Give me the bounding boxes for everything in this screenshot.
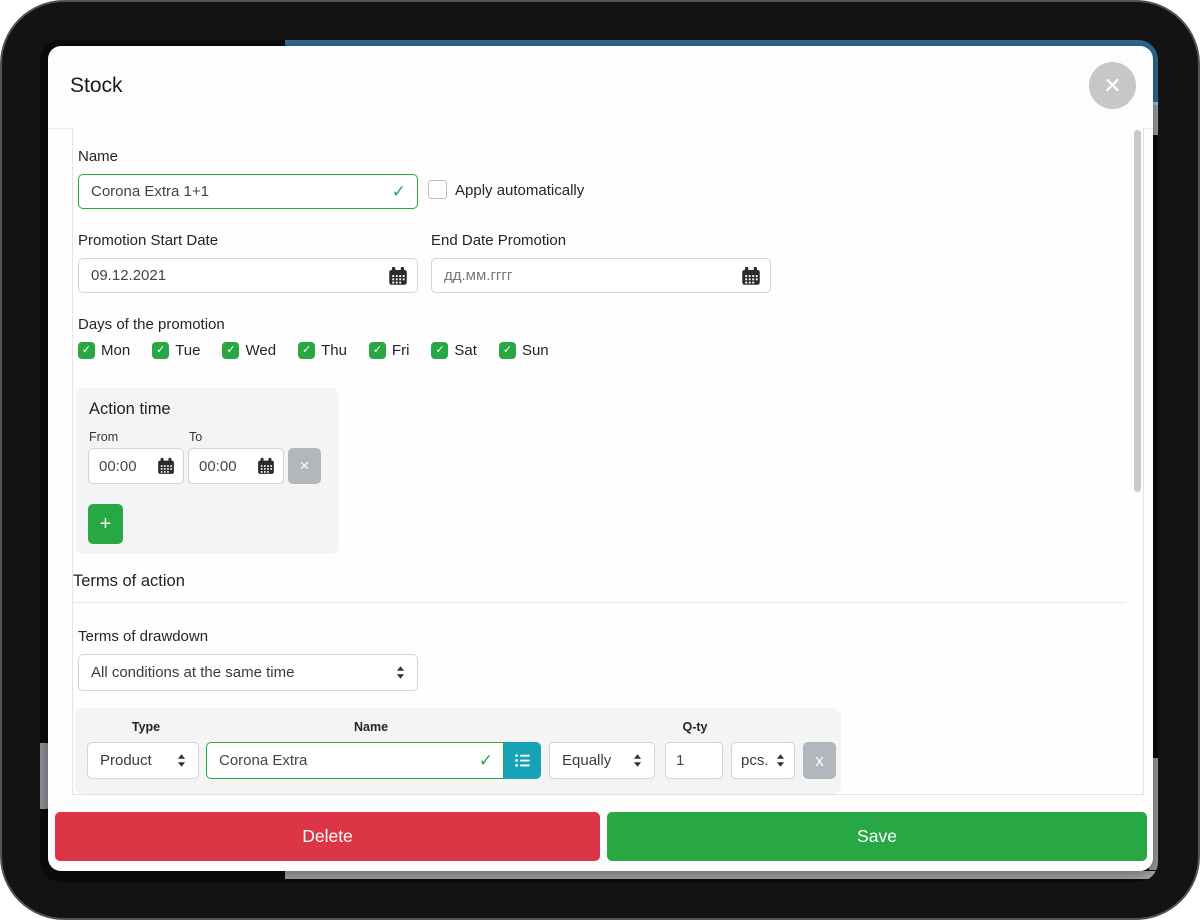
condition-row-card: Type Name Q-ty Product ✓ bbox=[75, 708, 841, 794]
select-arrows-icon bbox=[396, 666, 405, 679]
valid-check-icon: ✓ bbox=[392, 183, 406, 200]
from-label: From bbox=[89, 430, 118, 444]
end-date-wrap bbox=[431, 258, 771, 293]
select-arrows-icon bbox=[177, 754, 186, 767]
stock-modal: Stock ✕ Name ✓ Apply automatically Promo… bbox=[48, 46, 1153, 871]
time-from-field bbox=[88, 448, 184, 484]
day-checkbox-sun[interactable]: ✓Sun bbox=[499, 342, 549, 359]
time-to-input[interactable] bbox=[199, 458, 245, 475]
select-arrows-icon bbox=[776, 754, 785, 767]
name-label: Name bbox=[78, 148, 118, 165]
day-checkbox-wed[interactable]: ✓Wed bbox=[222, 342, 276, 359]
page-title: Stock bbox=[70, 74, 123, 98]
day-checkbox-fri[interactable]: ✓Fri bbox=[369, 342, 410, 359]
calendar-icon[interactable] bbox=[388, 266, 408, 286]
day-checkbox-mon[interactable]: ✓Mon bbox=[78, 342, 130, 359]
day-checkbox-thu[interactable]: ✓Thu bbox=[298, 342, 347, 359]
name-column-label: Name bbox=[354, 720, 388, 734]
time-to-field bbox=[188, 448, 284, 484]
action-time-card: Action time From To bbox=[76, 388, 339, 554]
end-date-label: End Date Promotion bbox=[431, 232, 566, 249]
days-row: ✓Mon ✓Tue ✓Wed ✓Thu ✓Fri ✓Sat ✓Sun bbox=[78, 342, 549, 359]
type-select[interactable]: Product bbox=[87, 742, 199, 779]
scrollbar-thumb[interactable] bbox=[1134, 130, 1141, 492]
day-checkbox-tue[interactable]: ✓Tue bbox=[152, 342, 200, 359]
remove-time-row-button[interactable]: × bbox=[288, 448, 321, 484]
checkbox-checked-icon: ✓ bbox=[298, 342, 315, 359]
name-input[interactable] bbox=[78, 174, 418, 209]
delete-button[interactable]: Delete bbox=[55, 812, 600, 861]
form-scroll-area: Name ✓ Apply automatically Promotion Sta… bbox=[72, 128, 1144, 795]
close-button[interactable]: ✕ bbox=[1089, 62, 1136, 109]
screenshot-stage: Stock ✕ Name ✓ Apply automatically Promo… bbox=[0, 0, 1200, 920]
product-name-group: ✓ bbox=[206, 742, 541, 779]
checkbox-checked-icon: ✓ bbox=[78, 342, 95, 359]
remove-condition-button[interactable]: x bbox=[803, 742, 836, 779]
start-date-label: Promotion Start Date bbox=[78, 232, 218, 249]
remove-icon: x bbox=[815, 751, 824, 771]
checkbox-checked-icon: ✓ bbox=[222, 342, 239, 359]
unit-select[interactable]: pcs. bbox=[731, 742, 795, 779]
apply-automatically-label: Apply automatically bbox=[455, 182, 584, 199]
section-divider bbox=[73, 602, 1126, 603]
plus-icon: + bbox=[100, 513, 112, 536]
save-button[interactable]: Save bbox=[607, 812, 1147, 861]
background-bottom-strip bbox=[285, 871, 1158, 879]
qty-input[interactable] bbox=[665, 742, 723, 779]
drawdown-selected-value: All conditions at the same time bbox=[91, 664, 294, 681]
action-time-title: Action time bbox=[89, 400, 171, 419]
tablet-frame: Stock ✕ Name ✓ Apply automatically Promo… bbox=[0, 0, 1200, 920]
checkbox-checked-icon: ✓ bbox=[369, 342, 386, 359]
product-list-button[interactable] bbox=[504, 742, 541, 779]
calendar-icon[interactable] bbox=[157, 457, 175, 475]
end-date-input[interactable] bbox=[431, 258, 771, 293]
unit-selected-value: pcs. bbox=[741, 752, 769, 769]
calendar-icon[interactable] bbox=[741, 266, 761, 286]
share-select[interactable]: Equally bbox=[549, 742, 655, 779]
valid-check-icon: ✓ bbox=[479, 752, 493, 769]
checkbox-checked-icon: ✓ bbox=[431, 342, 448, 359]
day-checkbox-sat[interactable]: ✓Sat bbox=[431, 342, 477, 359]
select-arrows-icon bbox=[633, 754, 642, 767]
to-label: To bbox=[189, 430, 202, 444]
type-selected-value: Product bbox=[100, 752, 152, 769]
drawdown-select[interactable]: All conditions at the same time bbox=[78, 654, 418, 691]
start-date-wrap bbox=[78, 258, 418, 293]
days-label: Days of the promotion bbox=[78, 316, 225, 333]
apply-automatically-checkbox[interactable] bbox=[428, 180, 447, 199]
time-from-input[interactable] bbox=[99, 458, 145, 475]
remove-icon: × bbox=[300, 456, 310, 476]
checkbox-checked-icon: ✓ bbox=[152, 342, 169, 359]
qty-column-label: Q-ty bbox=[683, 720, 708, 734]
add-time-row-button[interactable]: + bbox=[88, 504, 123, 544]
product-name-input[interactable] bbox=[206, 742, 504, 779]
drawdown-label: Terms of drawdown bbox=[78, 628, 208, 645]
name-field-wrap: ✓ bbox=[78, 174, 418, 209]
calendar-icon[interactable] bbox=[257, 457, 275, 475]
terms-of-action-heading: Terms of action bbox=[73, 572, 185, 591]
start-date-input[interactable] bbox=[78, 258, 418, 293]
list-icon bbox=[514, 752, 531, 769]
checkbox-checked-icon: ✓ bbox=[499, 342, 516, 359]
share-selected-value: Equally bbox=[562, 752, 611, 769]
close-icon: ✕ bbox=[1103, 75, 1121, 97]
tablet-screen: Stock ✕ Name ✓ Apply automatically Promo… bbox=[40, 40, 1158, 882]
type-column-label: Type bbox=[132, 720, 160, 734]
